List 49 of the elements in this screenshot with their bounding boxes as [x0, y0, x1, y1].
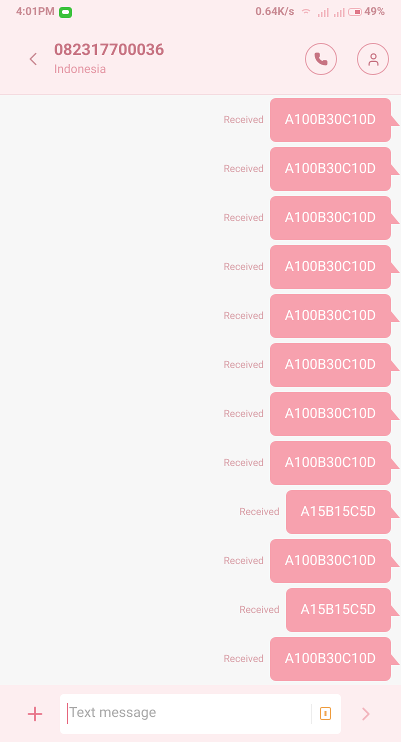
message-bubble: A15B15C5D	[286, 490, 391, 534]
message-bubble: A100B30C10D	[270, 392, 391, 436]
message-status: Received	[224, 260, 264, 274]
message-status: Received	[224, 310, 264, 324]
message-status: Received	[224, 212, 264, 226]
status-time: 4:01PM	[16, 4, 55, 20]
bubble-tail-icon	[390, 212, 400, 224]
bubble-tail-icon	[390, 457, 400, 469]
message-status: Received	[224, 114, 264, 128]
network-speed: 0.64K/s	[255, 4, 294, 20]
bubble-tail-icon	[390, 408, 400, 420]
bubble-tail-icon	[390, 555, 400, 567]
message-status: Received	[239, 604, 280, 618]
message-status: Received	[224, 554, 264, 568]
bubble-tail-icon	[390, 114, 400, 126]
bubble-tail-icon	[390, 359, 400, 371]
message-bubble: A100B30C10D	[270, 98, 391, 142]
contact-button[interactable]	[357, 43, 389, 75]
signal-icons	[300, 7, 362, 17]
person-icon	[366, 52, 380, 66]
bubble-tail-icon	[390, 261, 400, 273]
message-bubble: A100B30C10D	[270, 539, 391, 583]
message-status: Received	[224, 408, 264, 422]
chat-app-icon	[58, 6, 72, 18]
message-bubble: A100B30C10D	[270, 441, 391, 485]
message-bubble: A100B30C10D	[270, 343, 391, 387]
message-status: Received	[239, 506, 280, 520]
bubble-tail-icon	[390, 310, 400, 322]
bubble-tail-icon	[390, 604, 400, 616]
sim-icon[interactable]	[320, 707, 331, 720]
message-field[interactable]: Text message	[60, 694, 341, 734]
battery-level: 49%	[364, 4, 385, 20]
message-bubble: A100B30C10D	[270, 196, 391, 240]
message-bubble: A100B30C10D	[270, 245, 391, 289]
bubble-tail-icon	[390, 163, 400, 175]
message-status: Received	[224, 456, 264, 470]
message-bubble: A100B30C10D	[270, 147, 391, 191]
message-status: Received	[224, 652, 264, 666]
bubble-tail-icon	[390, 506, 400, 518]
message-status: Received	[224, 358, 264, 372]
message-bubble: A100B30C10D	[270, 637, 391, 681]
message-bubble: A15B15C5D	[286, 588, 391, 632]
contact-country: Indonesia	[54, 61, 108, 78]
phone-icon	[314, 52, 328, 66]
message-status: Received	[224, 162, 264, 176]
call-button[interactable]	[305, 43, 337, 75]
contact-number: 082317700036	[54, 40, 164, 60]
message-bubble: A100B30C10D	[270, 294, 391, 338]
bubble-tail-icon	[390, 653, 400, 665]
